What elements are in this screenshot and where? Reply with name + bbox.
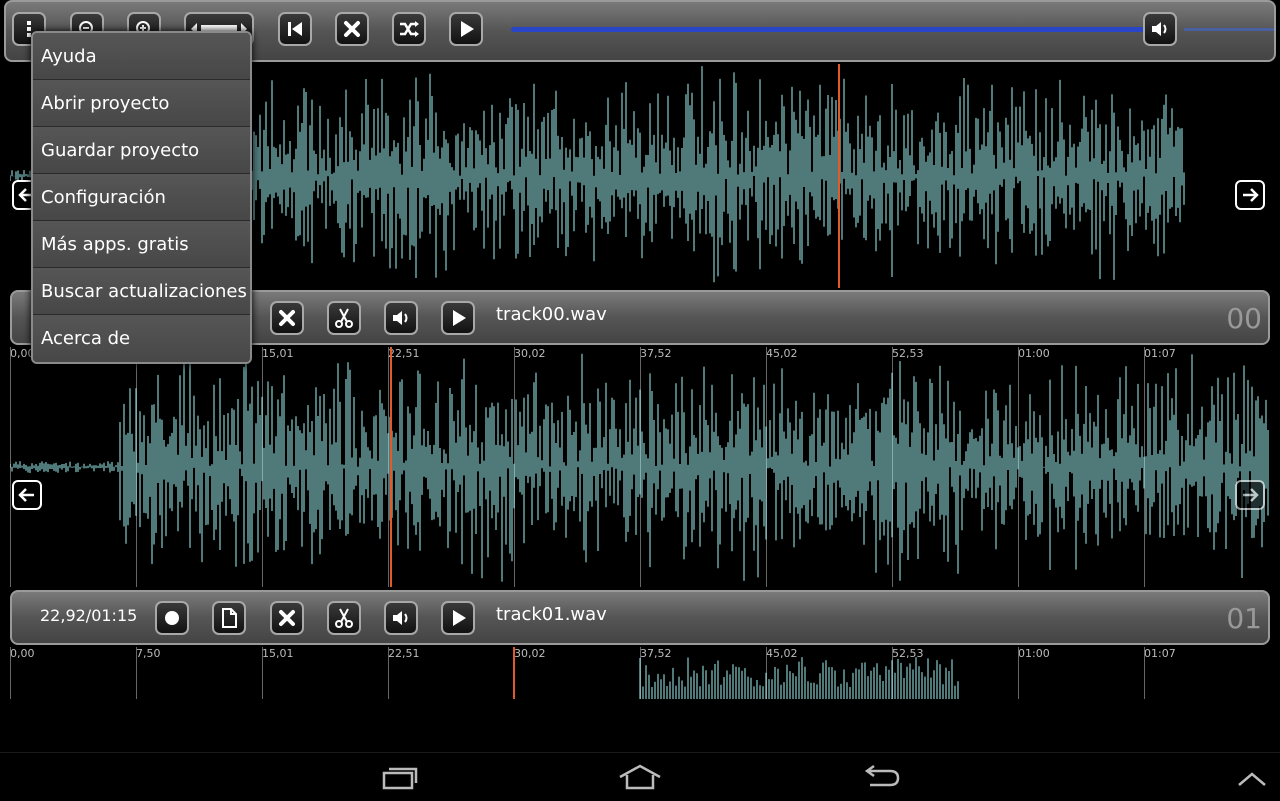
menu-item-check-updates[interactable]: Buscar actualizaciones	[33, 268, 250, 315]
menu-item-open-project[interactable]: Abrir proyecto	[33, 80, 250, 127]
track00-filename: track00.wav	[496, 304, 607, 325]
overflow-menu: Ayuda Abrir proyecto Guardar proyecto Co…	[31, 31, 252, 364]
track01-delete-button[interactable]	[270, 601, 304, 635]
volume-icon	[393, 311, 408, 325]
master-volume-slider[interactable]	[511, 27, 1171, 32]
track00-volume-button[interactable]	[384, 301, 418, 335]
play-icon	[453, 610, 466, 626]
shuffle-button[interactable]	[392, 12, 426, 46]
track01-controls: 22,92/01:15 track01.wav 01	[10, 590, 1270, 645]
document-icon	[222, 608, 237, 628]
play-icon	[461, 21, 474, 37]
home-icon[interactable]	[618, 763, 662, 791]
arrow-right-icon	[1243, 188, 1259, 202]
volume-icon	[1152, 22, 1167, 36]
menu-item-help[interactable]: Ayuda	[33, 33, 250, 80]
shuffle-icon	[400, 21, 419, 37]
close-icon	[279, 610, 295, 626]
track01-number: 01	[1226, 602, 1262, 635]
track00-cut-button[interactable]	[327, 301, 361, 335]
track00-delete-button[interactable]	[270, 301, 304, 335]
track01-cut-button[interactable]	[327, 601, 361, 635]
track01-filename: track01.wav	[496, 604, 607, 625]
menu-item-more-apps[interactable]: Más apps. gratis	[33, 221, 250, 268]
track00-scroll-right-button[interactable]	[1235, 180, 1265, 210]
record-icon	[165, 611, 179, 625]
chevron-up-icon[interactable]	[1236, 769, 1268, 789]
track01-play-button[interactable]	[441, 601, 475, 635]
scissors-icon	[335, 308, 353, 328]
skip-back-icon	[288, 22, 302, 36]
track01-scroll-left-button[interactable]	[12, 480, 42, 510]
play-all-button[interactable]	[449, 12, 483, 46]
menu-item-save-project[interactable]: Guardar proyecto	[33, 127, 250, 174]
stop-all-button[interactable]	[335, 12, 369, 46]
track00-playhead	[838, 64, 840, 288]
master-volume-track	[1184, 28, 1274, 31]
scissors-icon	[335, 608, 353, 628]
track01-record-button[interactable]	[155, 601, 189, 635]
track01-scroll-right-button[interactable]	[1235, 480, 1265, 510]
close-icon	[279, 310, 295, 326]
menu-item-settings[interactable]: Configuración	[33, 174, 250, 221]
track01-file-button[interactable]	[212, 601, 246, 635]
master-volume-button[interactable]	[1143, 12, 1177, 46]
arrow-right-icon	[1243, 488, 1259, 502]
back-icon[interactable]	[862, 763, 902, 791]
close-icon	[344, 21, 360, 37]
menu-item-about[interactable]: Acerca de	[33, 315, 250, 362]
track02-playhead	[513, 647, 515, 699]
play-icon	[453, 310, 466, 326]
rewind-button[interactable]	[278, 12, 312, 46]
track00-play-button[interactable]	[441, 301, 475, 335]
track01-volume-button[interactable]	[384, 601, 418, 635]
arrow-left-icon	[18, 488, 34, 502]
track01-time-display: 22,92/01:15	[40, 606, 138, 625]
track00-number: 00	[1226, 302, 1262, 335]
track01-playhead	[390, 347, 392, 587]
track01-waveform[interactable]	[10, 347, 1270, 587]
recent-apps-icon[interactable]	[380, 763, 420, 791]
track02-waveform[interactable]	[10, 647, 1270, 699]
system-nav-bar	[0, 752, 1280, 801]
volume-icon	[393, 611, 408, 625]
